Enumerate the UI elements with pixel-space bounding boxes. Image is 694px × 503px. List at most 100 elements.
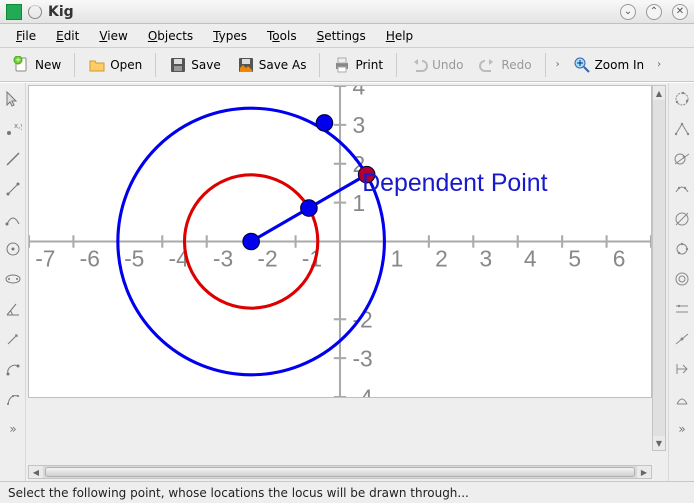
menu-file[interactable]: File bbox=[8, 27, 44, 45]
concentric-tool[interactable] bbox=[672, 269, 692, 289]
point-tool[interactable]: x,y bbox=[3, 119, 23, 139]
maximize-button[interactable]: ⌃ bbox=[646, 4, 662, 20]
menu-tools[interactable]: Tools bbox=[259, 27, 305, 45]
svg-text:5: 5 bbox=[568, 245, 581, 271]
vector-tool[interactable] bbox=[3, 329, 23, 349]
curve-tool[interactable] bbox=[3, 209, 23, 229]
perpendicular-tool[interactable] bbox=[672, 209, 692, 229]
status-text: Select the following point, whose locati… bbox=[8, 486, 469, 500]
midpoint-tool[interactable] bbox=[672, 329, 692, 349]
menu-settings[interactable]: Settings bbox=[309, 27, 374, 45]
menu-view[interactable]: View bbox=[91, 27, 135, 45]
zoomin-label: Zoom In bbox=[595, 58, 645, 72]
undo-label: Undo bbox=[432, 58, 463, 72]
scroll-down-icon[interactable]: ▼ bbox=[653, 436, 665, 450]
polygon-tool[interactable] bbox=[3, 389, 23, 409]
main-toolbar: + New Open Save Save As Print Undo bbox=[0, 48, 694, 82]
svg-text:-2: -2 bbox=[257, 245, 277, 271]
locus-tool[interactable] bbox=[672, 179, 692, 199]
horizontal-scrollbar[interactable]: ◀ ▶ bbox=[28, 465, 652, 479]
redo-button[interactable]: Redo bbox=[472, 52, 538, 78]
canvas-wrap: -7-6-5-4-3-2-11234567-4-3-21234Dependent… bbox=[26, 83, 668, 481]
svg-text:+: + bbox=[15, 56, 21, 64]
left-tool-palette: x,y » bbox=[0, 83, 26, 481]
conic-tool[interactable] bbox=[3, 269, 23, 289]
new-label: New bbox=[35, 58, 61, 72]
parallel-tool[interactable] bbox=[672, 299, 692, 319]
open-button[interactable]: Open bbox=[81, 52, 149, 78]
print-icon bbox=[333, 56, 351, 74]
svg-text:x,y: x,y bbox=[14, 122, 22, 130]
svg-text:Dependent Point: Dependent Point bbox=[362, 169, 547, 197]
vertical-scrollbar[interactable]: ▲ ▼ bbox=[652, 85, 666, 451]
svg-text:-3: -3 bbox=[213, 245, 233, 271]
redo-icon bbox=[479, 56, 497, 74]
svg-text:»: » bbox=[678, 422, 685, 436]
save-icon bbox=[169, 56, 187, 74]
svg-text:-5: -5 bbox=[124, 245, 144, 271]
tangent-tool[interactable] bbox=[672, 239, 692, 259]
right-tool-palette: » bbox=[668, 83, 694, 481]
svg-text:-7: -7 bbox=[35, 245, 55, 271]
menu-edit[interactable]: Edit bbox=[48, 27, 87, 45]
work-area: x,y » -7-6-5-4-3-2-11234567-4-3-21234Dep… bbox=[0, 82, 694, 481]
window-title: Kig bbox=[48, 4, 74, 20]
saveas-icon bbox=[237, 56, 255, 74]
svg-text:-3: -3 bbox=[352, 345, 372, 371]
segment-tool[interactable] bbox=[3, 179, 23, 199]
menu-help[interactable]: Help bbox=[378, 27, 421, 45]
svg-text:-4: -4 bbox=[352, 384, 373, 398]
busy-icon bbox=[28, 5, 42, 19]
minimize-button[interactable]: ⌄ bbox=[620, 4, 636, 20]
scroll-right-icon[interactable]: ▶ bbox=[637, 466, 651, 478]
left-overflow[interactable]: » bbox=[3, 419, 23, 439]
window-titlebar: Kig ⌄ ⌃ ✕ bbox=[0, 0, 694, 24]
toolbar-overflow-right[interactable]: › bbox=[653, 59, 665, 70]
transform-tool[interactable] bbox=[672, 389, 692, 409]
print-label: Print bbox=[355, 58, 383, 72]
triangle-tool[interactable] bbox=[672, 119, 692, 139]
menu-objects[interactable]: Objects bbox=[140, 27, 201, 45]
zoomin-icon bbox=[573, 56, 591, 74]
new-button[interactable]: + New bbox=[6, 52, 68, 78]
arc-tool[interactable] bbox=[3, 359, 23, 379]
intersect-tool[interactable] bbox=[672, 149, 692, 169]
undo-button[interactable]: Undo bbox=[403, 52, 470, 78]
scroll-left-icon[interactable]: ◀ bbox=[29, 466, 43, 478]
menubar: File Edit View Objects Types Tools Setti… bbox=[0, 24, 694, 48]
svg-text:»: » bbox=[9, 422, 16, 436]
open-label: Open bbox=[110, 58, 142, 72]
save-button[interactable]: Save bbox=[162, 52, 227, 78]
saveas-button[interactable]: Save As bbox=[230, 52, 314, 78]
right-overflow[interactable]: » bbox=[672, 419, 692, 439]
svg-text:3: 3 bbox=[480, 245, 493, 271]
svg-text:1: 1 bbox=[391, 245, 404, 271]
svg-text:4: 4 bbox=[352, 85, 365, 99]
svg-text:6: 6 bbox=[613, 245, 626, 271]
circle3pt-tool[interactable] bbox=[672, 89, 692, 109]
toolbar-overflow-left[interactable]: › bbox=[552, 59, 564, 70]
app-icon bbox=[6, 4, 22, 20]
zoomin-button[interactable]: Zoom In bbox=[566, 52, 652, 78]
menu-types[interactable]: Types bbox=[205, 27, 255, 45]
undo-icon bbox=[410, 56, 428, 74]
new-icon: + bbox=[13, 56, 31, 74]
pointer-tool[interactable] bbox=[3, 89, 23, 109]
line-tool[interactable] bbox=[3, 149, 23, 169]
status-bar: Select the following point, whose locati… bbox=[0, 481, 694, 503]
svg-text:4: 4 bbox=[524, 245, 537, 271]
scroll-up-icon[interactable]: ▲ bbox=[653, 86, 665, 100]
drawing-canvas[interactable]: -7-6-5-4-3-2-11234567-4-3-21234Dependent… bbox=[28, 85, 652, 398]
angle-tool[interactable] bbox=[3, 299, 23, 319]
svg-text:3: 3 bbox=[352, 112, 365, 138]
print-button[interactable]: Print bbox=[326, 52, 390, 78]
saveas-label: Save As bbox=[259, 58, 307, 72]
svg-text:-6: -6 bbox=[80, 245, 100, 271]
svg-text:-2: -2 bbox=[352, 307, 372, 333]
redo-label: Redo bbox=[501, 58, 531, 72]
hscroll-thumb[interactable] bbox=[45, 467, 635, 477]
open-icon bbox=[88, 56, 106, 74]
circle-center-tool[interactable] bbox=[3, 239, 23, 259]
close-button[interactable]: ✕ bbox=[672, 4, 688, 20]
reflect-tool[interactable] bbox=[672, 359, 692, 379]
